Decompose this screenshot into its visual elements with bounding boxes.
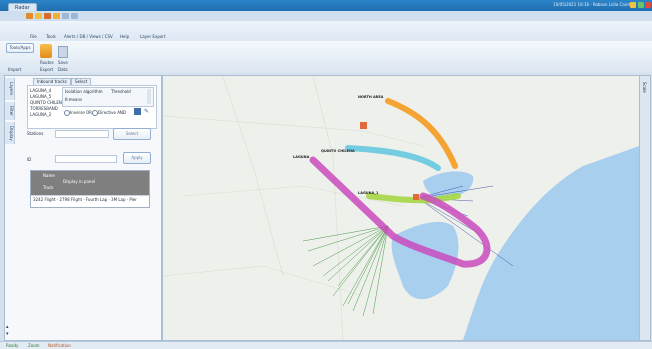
menu-bar: File Tools Alerts / DB / Views / CSV Hel…: [0, 21, 652, 42]
open-icon[interactable]: [26, 13, 33, 19]
directive-and-label: Directive AND: [98, 110, 126, 115]
status-icon[interactable]: [638, 2, 644, 8]
close-icon[interactable]: [645, 2, 651, 8]
menu-file[interactable]: File: [30, 34, 37, 40]
map-canvas[interactable]: NORTH AREA QUINTO CHILENA LAGUNA LAGUNA_…: [163, 76, 639, 340]
table-row[interactable]: 3242 Flight · 2798 Flight · Fourth Lap ·…: [31, 195, 149, 203]
export-icon[interactable]: [53, 13, 60, 19]
stations-label: Stations: [27, 131, 44, 136]
tab-select[interactable]: Select: [71, 78, 92, 85]
group-label-import: Import: [8, 67, 22, 72]
stations-select[interactable]: [55, 130, 109, 138]
left-panel: Layers Filter Display ▴ ▾ Inbound tracks…: [4, 75, 162, 341]
algorithm-value[interactable]: K-means: [65, 97, 82, 102]
waypoint-marker[interactable]: [360, 122, 367, 129]
list-item[interactable]: LAGUNA_5: [30, 94, 51, 99]
redo-icon[interactable]: [71, 13, 78, 19]
edit-icon[interactable]: ✎: [144, 108, 151, 115]
status-ready: Ready: [6, 343, 19, 348]
scale-tab-label[interactable]: Scale: [642, 82, 647, 93]
grid-header-display[interactable]: Display in panel: [63, 179, 95, 184]
save-doc-icon[interactable]: [58, 46, 68, 58]
airport-marker[interactable]: [413, 194, 419, 200]
save-icon[interactable]: [44, 13, 51, 19]
scroll-down-icon[interactable]: ▾: [6, 331, 13, 337]
map-label: NORTH AREA: [358, 95, 384, 99]
map-view[interactable]: NORTH AREA QUINTO CHILENA LAGUNA LAGUNA_…: [162, 75, 640, 341]
save-label: Save: [58, 60, 68, 65]
menu-alerts[interactable]: Alerts / DB / Views / CSV: [64, 34, 113, 40]
vtab-layers[interactable]: Layers: [5, 78, 15, 100]
right-side-panel-tab[interactable]: Scale: [639, 75, 651, 341]
scrollbar[interactable]: [147, 89, 151, 104]
select-button[interactable]: Select: [113, 128, 151, 140]
id-select[interactable]: [55, 155, 117, 163]
menu-help[interactable]: Help: [120, 34, 129, 40]
algorithm-header: Isolation algorithm: [65, 89, 103, 94]
map-label: LAGUNA: [293, 155, 310, 159]
status-notification[interactable]: Notification: [48, 343, 71, 349]
routes-icon[interactable]: [40, 44, 52, 58]
calendar-icon[interactable]: [134, 108, 141, 115]
scroll-up-icon[interactable]: ▴: [6, 324, 13, 330]
grid-header-track[interactable]: Track: [43, 185, 53, 190]
title-info-text: 10/05/2021 16:16 · Robson Lidia Caird: [553, 2, 630, 7]
selection-box: LAGUNA_4 LAGUNA_5 QUINTO CHILENA TORRESB…: [27, 85, 157, 129]
list-item[interactable]: LAGUNA_4: [30, 88, 51, 93]
list-item[interactable]: TORRESBAND: [30, 106, 58, 111]
status-zoom: Zoom: [28, 343, 40, 348]
id-label: ID: [27, 157, 32, 162]
results-grid: Name Track Display in panel 3242 Flight …: [30, 170, 150, 208]
algorithm-box: Isolation algorithm Threshold K-means: [62, 87, 154, 107]
inverse-or-label: Inverse OR: [70, 110, 92, 115]
vtab-display[interactable]: Display: [5, 122, 15, 144]
threshold-header: Threshold: [111, 89, 131, 94]
menu-tools[interactable]: Tools: [46, 34, 56, 40]
routes-label: Routes: [40, 60, 54, 65]
tools-apps-button[interactable]: Tools/Apps: [6, 43, 34, 53]
list-item[interactable]: QUINTO CHILENA: [30, 100, 65, 105]
undo-icon[interactable]: [62, 13, 69, 19]
map-label: LAGUNA_1: [358, 191, 379, 195]
tab-inbound-tracks[interactable]: Inbound tracks: [33, 78, 71, 85]
ribbon: Tools/Apps Routes Save Import Export Dat…: [0, 41, 652, 74]
map-label: QUINTO CHILENA: [321, 149, 355, 153]
grid-row-text: 3242 Flight · 2798 Flight · Fourth Lap ·…: [33, 197, 137, 202]
vtab-filter[interactable]: Filter: [5, 102, 15, 120]
apply-button[interactable]: Apply: [123, 152, 151, 164]
title-bar: Radar 10/05/2021 16:16 · Robson Lidia Ca…: [0, 0, 652, 12]
group-label-export: Export: [40, 67, 54, 72]
group-label-data: Data: [58, 67, 68, 72]
grid-header-name[interactable]: Name: [43, 173, 55, 178]
notification-icon[interactable]: [630, 2, 636, 8]
folder-icon[interactable]: [35, 13, 42, 19]
list-item[interactable]: LAGUNA_2: [30, 112, 51, 117]
menu-layer-export[interactable]: Layer Export: [140, 34, 166, 40]
